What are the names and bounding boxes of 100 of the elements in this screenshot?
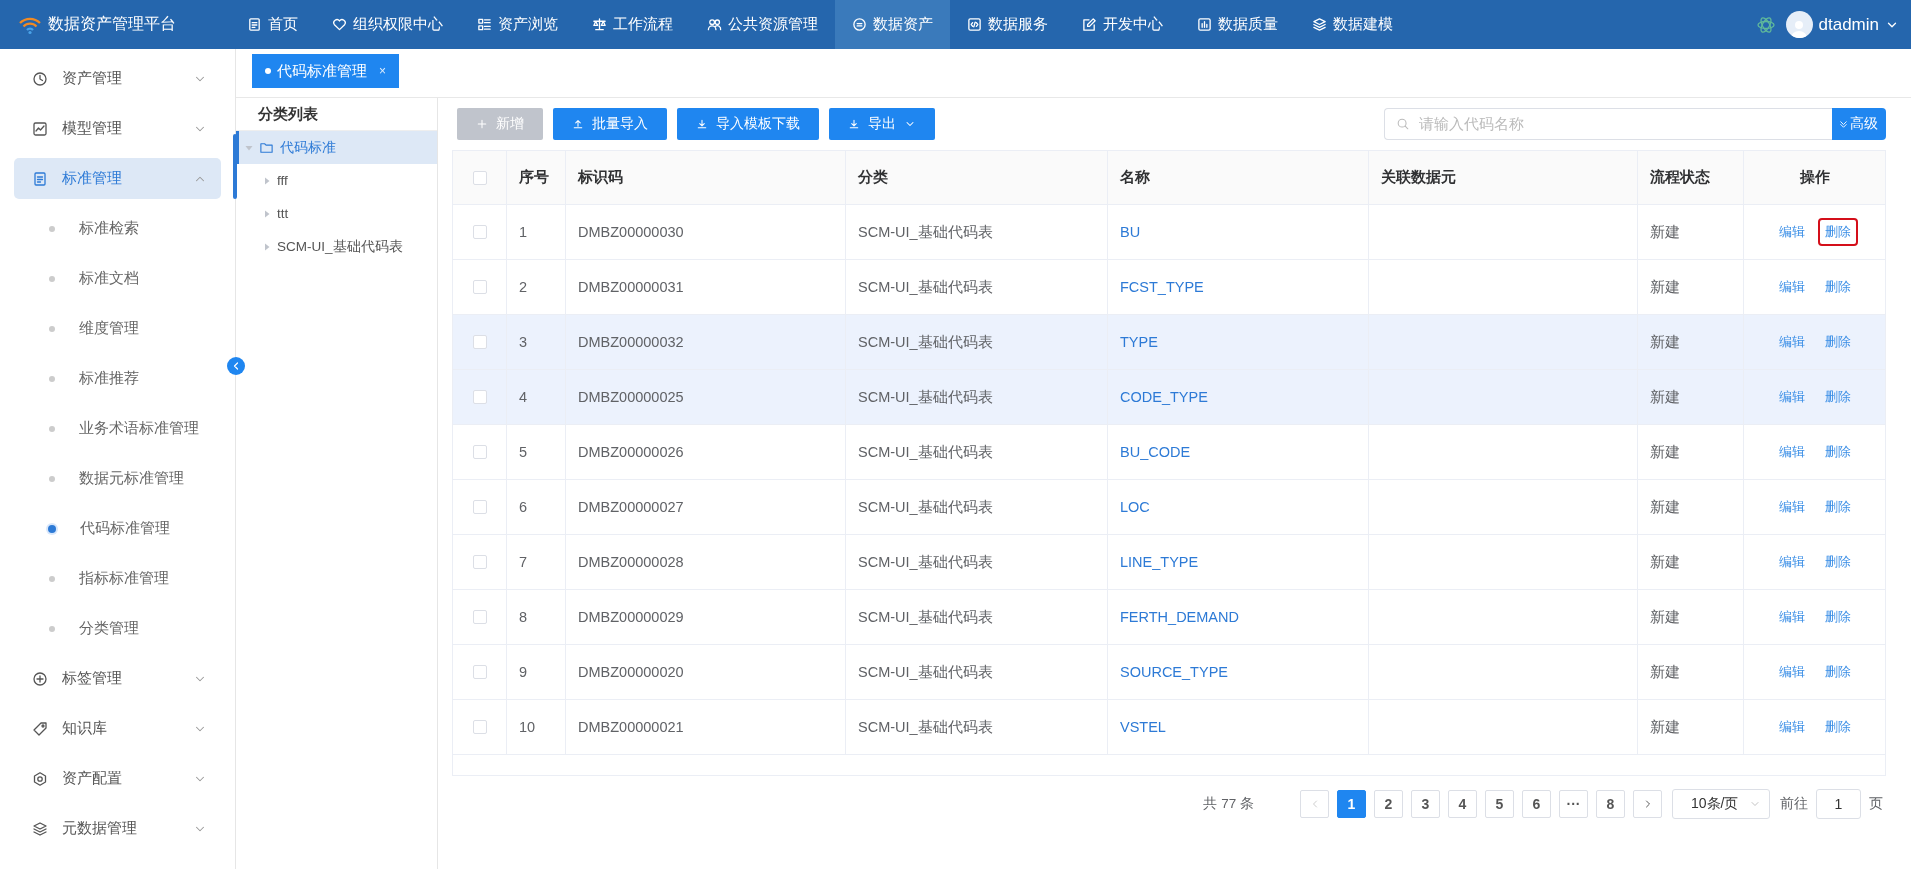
delete-link[interactable]: 删除	[1817, 603, 1858, 631]
edit-link[interactable]: 编辑	[1771, 548, 1812, 576]
nav-item[interactable]: 资产浏览	[460, 0, 575, 49]
sidebar-item[interactable]: 元数据管理	[14, 808, 221, 849]
page-tab[interactable]: 代码标准管理 ×	[252, 54, 399, 88]
delete-link[interactable]: 删除	[1817, 713, 1858, 741]
checkbox[interactable]	[472, 280, 487, 294]
page-button[interactable]: 6	[1522, 790, 1551, 818]
nav-item[interactable]: 工作流程	[575, 0, 690, 49]
edit-link[interactable]: 编辑	[1771, 383, 1812, 411]
nav-item[interactable]: 数据建模	[1295, 0, 1410, 49]
edit-link[interactable]: 编辑	[1771, 273, 1812, 301]
close-icon[interactable]: ×	[379, 64, 386, 78]
next-page-button[interactable]	[1633, 790, 1662, 818]
sidebar-subitem[interactable]: 分类管理	[14, 608, 221, 649]
delete-link[interactable]: 删除	[1817, 218, 1858, 246]
edit-link[interactable]: 编辑	[1771, 713, 1812, 741]
page-button[interactable]: 2	[1374, 790, 1403, 818]
sidebar-subitem[interactable]: 维度管理	[14, 308, 221, 349]
page-button[interactable]: 5	[1485, 790, 1514, 818]
sidebar-subitem[interactable]: 数据元标准管理	[14, 458, 221, 499]
name-link[interactable]: BU_CODE	[1120, 444, 1191, 460]
page-button[interactable]: 3	[1411, 790, 1440, 818]
checkbox[interactable]	[472, 225, 487, 239]
page-button[interactable]: ···	[1559, 790, 1588, 818]
toolbar-button[interactable]: 导入模板下载	[677, 108, 819, 140]
sidebar-subitem[interactable]: 标准检索	[14, 208, 221, 249]
sidebar-subitem[interactable]: 标准文档	[14, 258, 221, 299]
knot-icon[interactable]	[1755, 14, 1776, 35]
delete-link[interactable]: 删除	[1817, 273, 1858, 301]
collapse-button[interactable]	[227, 357, 245, 375]
table-row[interactable]: 10 DMBZ00000021 SCM-UI_基础代码表 VSTEL 新建 编辑 删除	[453, 700, 1885, 755]
advanced-button[interactable]: 高级	[1832, 108, 1886, 140]
tree-node[interactable]: SCM-UI_基础代码表	[236, 230, 437, 263]
checkbox[interactable]	[472, 445, 487, 459]
edit-link[interactable]: 编辑	[1771, 493, 1812, 521]
nav-item[interactable]: 数据服务	[950, 0, 1065, 49]
table-row[interactable]: 7 DMBZ00000028 SCM-UI_基础代码表 LINE_TYPE 新建 编辑 删除	[453, 535, 1885, 590]
name-link[interactable]: FCST_TYPE	[1120, 279, 1204, 295]
edit-link[interactable]: 编辑	[1771, 603, 1812, 631]
delete-link[interactable]: 删除	[1817, 493, 1858, 521]
sidebar-subitem[interactable]: 代码标准管理	[14, 508, 221, 549]
toolbar-button[interactable]: 导出	[829, 108, 935, 140]
page-button[interactable]: 4	[1448, 790, 1477, 818]
checkbox[interactable]	[472, 170, 487, 185]
sidebar-subitem[interactable]: 指标标准管理	[14, 558, 221, 599]
tree-node[interactable]: ttt	[236, 197, 437, 230]
tree-node[interactable]: fff	[236, 164, 437, 197]
sidebar-item[interactable]: 模型管理	[14, 108, 221, 149]
name-link[interactable]: FERTH_DEMAND	[1120, 609, 1239, 625]
nav-item[interactable]: 开发中心	[1065, 0, 1180, 49]
name-link[interactable]: CODE_TYPE	[1120, 389, 1208, 405]
page-size-select[interactable]: 10条/页	[1672, 789, 1770, 819]
sidebar-subitem[interactable]: 标准推荐	[14, 358, 221, 399]
sidebar-item[interactable]: 资产配置	[14, 758, 221, 799]
checkbox[interactable]	[472, 610, 487, 624]
edit-link[interactable]: 编辑	[1771, 658, 1812, 686]
search-field[interactable]: 请输入代码名称	[1384, 108, 1832, 140]
page-button[interactable]: 8	[1596, 790, 1625, 818]
table-row[interactable]: 1 DMBZ00000030 SCM-UI_基础代码表 BU 新建 编辑 删除	[453, 205, 1885, 260]
table-row[interactable]: 9 DMBZ00000020 SCM-UI_基础代码表 SOURCE_TYPE 新建 编辑 删除	[453, 645, 1885, 700]
delete-link[interactable]: 删除	[1817, 328, 1858, 356]
caret-right-icon[interactable]	[263, 176, 271, 185]
name-link[interactable]: VSTEL	[1120, 719, 1166, 735]
sidebar-item[interactable]: 标签管理	[14, 658, 221, 699]
delete-link[interactable]: 删除	[1817, 548, 1858, 576]
edit-link[interactable]: 编辑	[1771, 328, 1812, 356]
checkbox[interactable]	[472, 335, 487, 349]
caret-right-icon[interactable]	[263, 209, 271, 218]
table-row[interactable]: 8 DMBZ00000029 SCM-UI_基础代码表 FERTH_DEMAND 新建 编辑 删除	[453, 590, 1885, 645]
nav-item[interactable]: 数据资产	[835, 0, 950, 49]
table-row[interactable]: 5 DMBZ00000026 SCM-UI_基础代码表 BU_CODE 新建 编辑 删除	[453, 425, 1885, 480]
edit-link[interactable]: 编辑	[1771, 438, 1812, 466]
toolbar-button[interactable]: 批量导入	[553, 108, 667, 140]
name-link[interactable]: TYPE	[1120, 334, 1158, 350]
checkbox[interactable]	[472, 500, 487, 514]
scrollbar[interactable]	[233, 134, 237, 199]
tree-node[interactable]: 代码标准	[236, 131, 437, 164]
name-link[interactable]: BU	[1120, 224, 1141, 240]
nav-item[interactable]: 首页	[230, 0, 315, 49]
table-row[interactable]: 4 DMBZ00000025 SCM-UI_基础代码表 CODE_TYPE 新建 编辑 删除	[453, 370, 1885, 425]
edit-link[interactable]: 编辑	[1771, 218, 1812, 246]
delete-link[interactable]: 删除	[1817, 658, 1858, 686]
delete-link[interactable]: 删除	[1817, 438, 1858, 466]
table-row[interactable]: 3 DMBZ00000032 SCM-UI_基础代码表 TYPE 新建 编辑 删除	[453, 315, 1885, 370]
user-menu[interactable]: dtadmin	[1785, 11, 1899, 38]
name-link[interactable]: LINE_TYPE	[1120, 554, 1199, 570]
sidebar-item[interactable]: 标准管理	[14, 158, 221, 199]
delete-link[interactable]: 删除	[1817, 383, 1858, 411]
caret-right-icon[interactable]	[263, 242, 271, 251]
checkbox[interactable]	[472, 665, 487, 679]
name-link[interactable]: SOURCE_TYPE	[1120, 664, 1228, 680]
nav-item[interactable]: 组织权限中心	[315, 0, 460, 49]
sidebar-item[interactable]: 资产管理	[14, 58, 221, 99]
caret-down-icon[interactable]	[245, 143, 253, 152]
page-button[interactable]: 1	[1337, 790, 1366, 818]
checkbox[interactable]	[472, 720, 487, 734]
checkbox[interactable]	[472, 555, 487, 569]
nav-item[interactable]: 数据质量	[1180, 0, 1295, 49]
page-input[interactable]: 1	[1816, 789, 1861, 819]
